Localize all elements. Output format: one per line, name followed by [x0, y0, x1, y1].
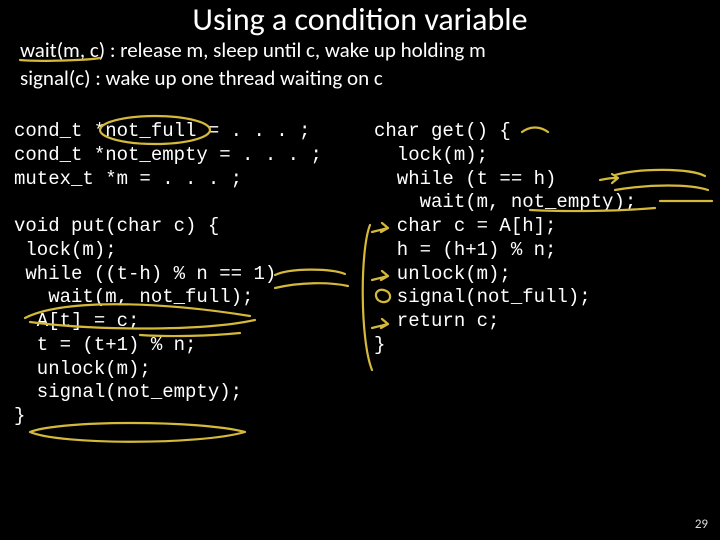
signal-definition: signal(c) : wake up one thread waiting o…	[20, 64, 486, 92]
slide-title: Using a condition variable	[0, 0, 720, 39]
code-left-column: cond_t *not_full = . . . ; cond_t *not_e…	[14, 120, 364, 429]
code-right-column: char get() { lock(m); while (t == h) wai…	[374, 120, 704, 358]
wait-definition: wait(m, c) : release m, sleep until c, w…	[20, 36, 486, 64]
code-get-function: char get() { lock(m); while (t == h) wai…	[374, 120, 636, 356]
page-number: 29	[695, 517, 708, 532]
code-put-function: void put(char c) { lock(m); while ((t-h)…	[14, 215, 276, 427]
code-area: cond_t *not_full = . . . ; cond_t *not_e…	[14, 120, 706, 510]
slide: Using a condition variable wait(m, c) : …	[0, 0, 720, 540]
code-declarations: cond_t *not_full = . . . ; cond_t *not_e…	[14, 120, 322, 190]
definitions-block: wait(m, c) : release m, sleep until c, w…	[20, 36, 486, 93]
